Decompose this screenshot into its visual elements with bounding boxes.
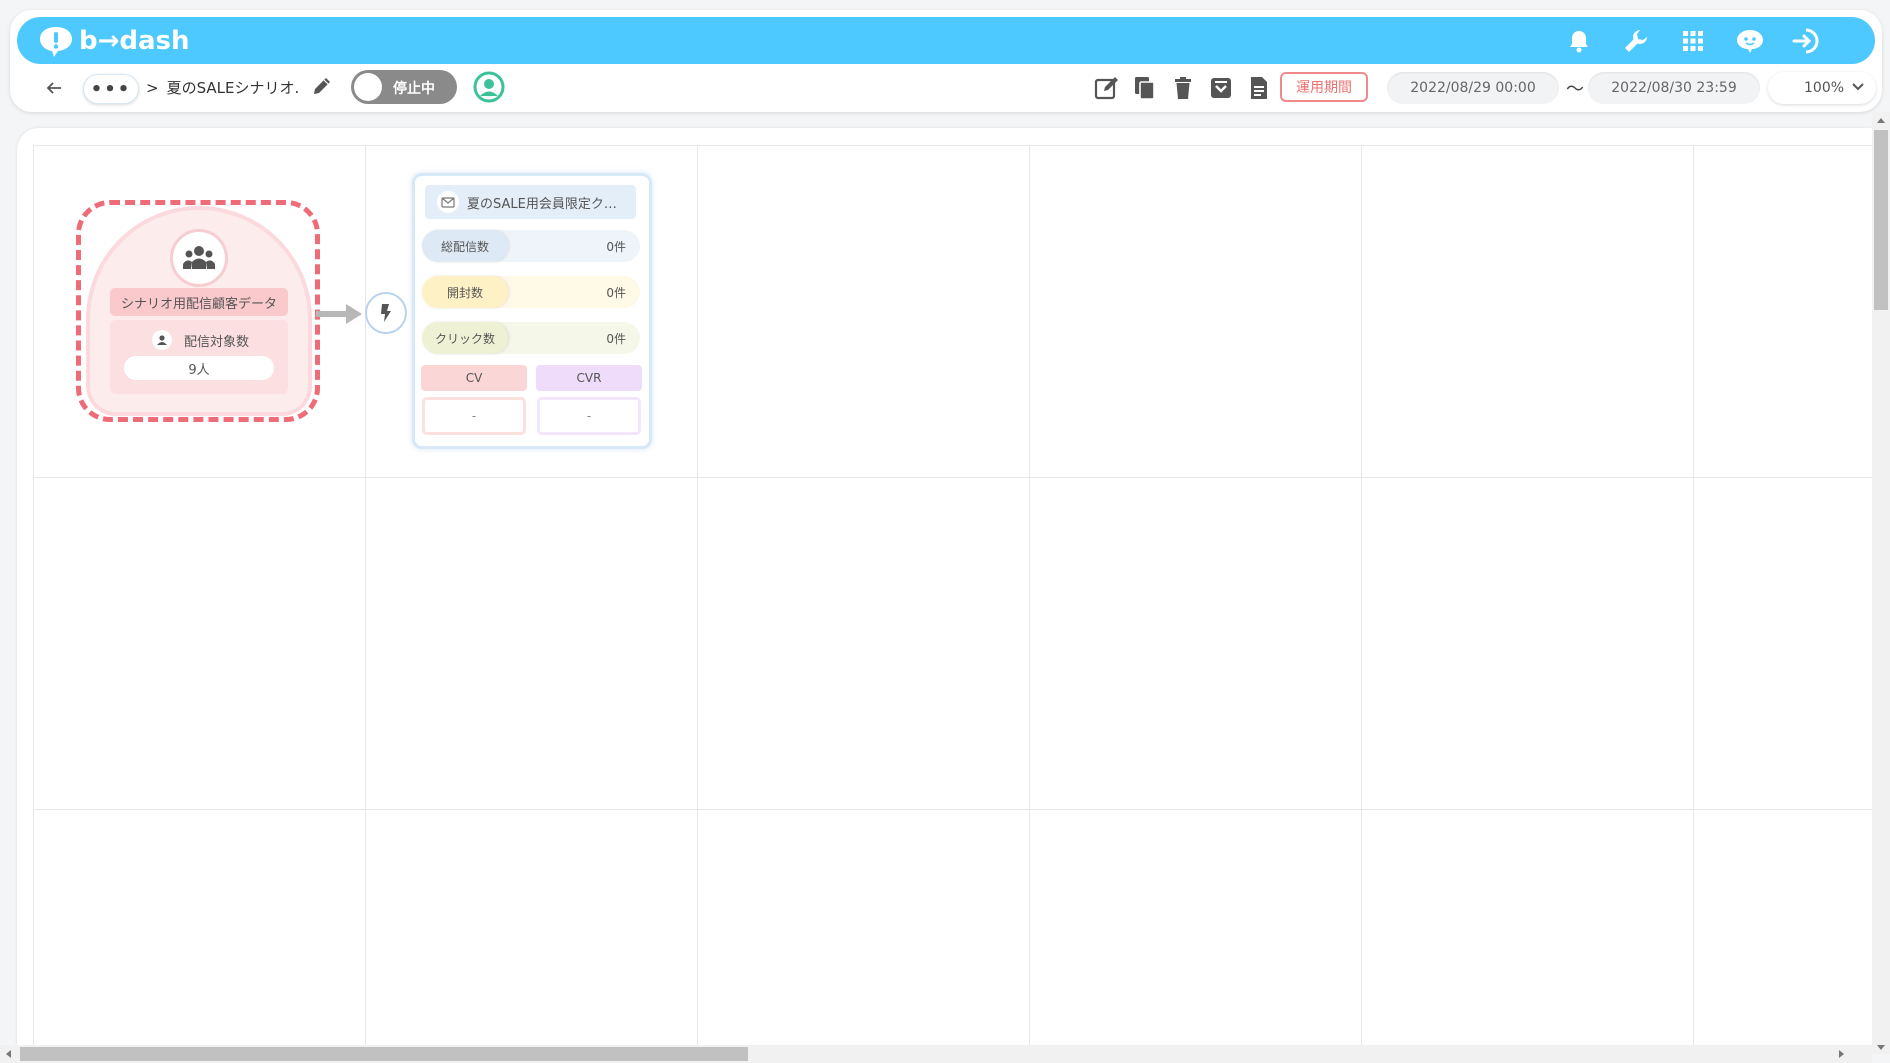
logo-text: b→dash: [79, 26, 190, 56]
stat-value: 0件: [606, 332, 626, 346]
breadcrumb-more-button[interactable]: •••: [83, 74, 139, 104]
bell-icon[interactable]: [1550, 17, 1607, 64]
logo[interactable]: b→dash: [37, 23, 190, 59]
stat-label: 総配信数: [422, 230, 508, 262]
date-to-field[interactable]: 2022/08/30 23:59: [1588, 72, 1760, 104]
segment-count-label: 配信対象数: [152, 330, 249, 350]
support-chat-icon[interactable]: [1721, 17, 1778, 64]
status-label: 停止中: [393, 81, 435, 97]
copy-icon[interactable]: [1131, 73, 1159, 103]
cvr-value: -: [537, 397, 641, 435]
cv-value: -: [422, 397, 526, 435]
scenario-tools: [1093, 73, 1273, 103]
date-range-tilde: 〜: [1566, 79, 1584, 100]
top-bar: b→dash: [17, 17, 1875, 64]
operation-period-button[interactable]: 運用期間: [1280, 72, 1368, 102]
logout-icon[interactable]: [1778, 17, 1835, 64]
stat-value: 0件: [606, 240, 626, 254]
app-header: b→dash ••• > 夏のSALEシナリオ. 停止中 運用期間 2022/0…: [10, 10, 1882, 112]
lightning-icon: [381, 304, 391, 322]
status-toggle[interactable]: 停止中: [351, 70, 457, 104]
wrench-icon[interactable]: [1607, 17, 1664, 64]
customer-group-icon: [170, 229, 228, 287]
grid-apps-icon[interactable]: [1664, 17, 1721, 64]
vertical-scroll-thumb[interactable]: [1874, 130, 1888, 310]
back-arrow-icon[interactable]: [40, 74, 68, 102]
stat-opens: 開封数 0件: [422, 276, 640, 308]
trash-icon[interactable]: [1169, 73, 1197, 103]
segment-count-text: 配信対象数: [184, 334, 250, 350]
vertical-scrollbar[interactable]: [1872, 112, 1890, 1054]
scenario-name: 夏のSALEシナリオ.: [166, 79, 300, 97]
zoom-select[interactable]: 100%: [1768, 72, 1876, 104]
archive-icon[interactable]: [1207, 73, 1235, 103]
mail-icon: [437, 191, 459, 213]
connector-arrow-icon: [316, 304, 362, 324]
mail-title-text: 夏のSALE用会員限定ク…: [467, 196, 617, 212]
toolbar: ••• > 夏のSALEシナリオ. 停止中 運用期間 2022/08/29 00…: [10, 64, 1882, 112]
document-icon[interactable]: [1245, 73, 1273, 103]
horizontal-scroll-thumb[interactable]: [20, 1047, 748, 1061]
scroll-left-arrow-icon[interactable]: [6, 1050, 11, 1058]
edit-name-pencil-icon[interactable]: [311, 75, 335, 99]
toggle-knob: [354, 73, 382, 101]
cv-header: CV: [421, 365, 527, 391]
chevron-down-icon: [1852, 83, 1864, 91]
stat-total-sent: 総配信数 0件: [422, 230, 640, 262]
breadcrumb-separator: >: [146, 78, 159, 97]
horizontal-scrollbar[interactable]: [0, 1045, 1872, 1063]
mail-node-title[interactable]: 夏のSALE用会員限定ク…: [425, 185, 636, 219]
edit-note-icon[interactable]: [1093, 73, 1121, 103]
stat-clicks: クリック数 0件: [422, 322, 640, 354]
breadcrumb: > 夏のSALEシナリオ.: [146, 77, 299, 98]
person-icon: [152, 330, 172, 350]
date-from-field[interactable]: 2022/08/29 00:00: [1387, 72, 1559, 104]
scroll-down-arrow-icon[interactable]: [1877, 1045, 1885, 1050]
stat-label: クリック数: [422, 322, 508, 354]
stat-label: 開封数: [422, 276, 508, 308]
logo-bubble-icon: [40, 27, 72, 57]
cvr-header: CVR: [536, 365, 642, 391]
segment-count-value: 9人: [124, 356, 274, 380]
segment-title: シナリオ用配信顧客データ: [110, 288, 288, 316]
scroll-right-arrow-icon[interactable]: [1839, 1050, 1844, 1058]
user-avatar-icon[interactable]: [473, 71, 505, 103]
scroll-up-arrow-icon[interactable]: [1877, 118, 1885, 123]
zoom-value: 100%: [1804, 80, 1845, 96]
stat-value: 0件: [606, 286, 626, 300]
trigger-node[interactable]: [365, 292, 407, 334]
